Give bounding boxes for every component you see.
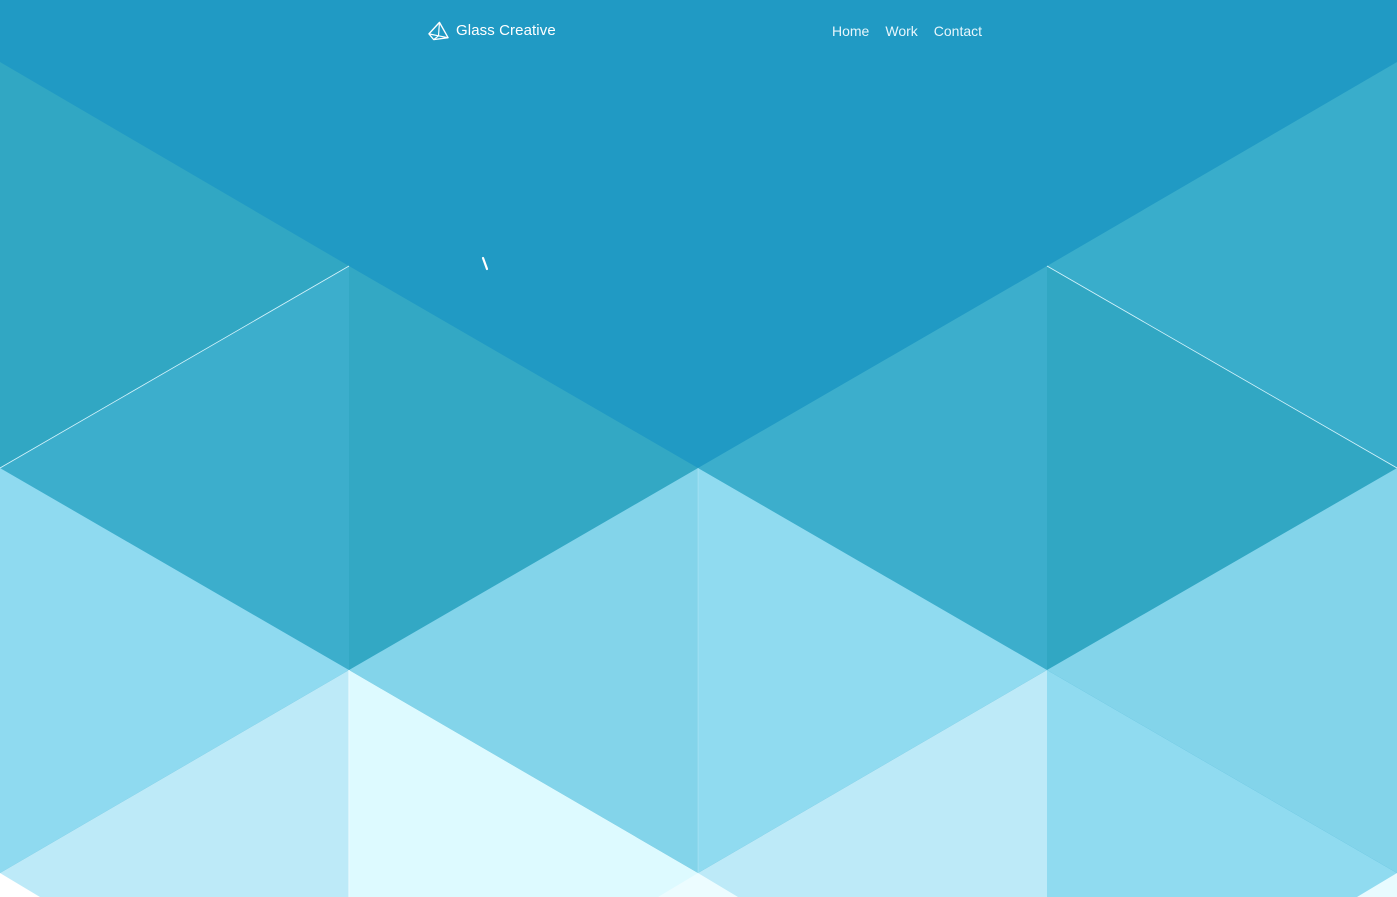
geometric-background bbox=[0, 0, 1397, 897]
brand-name: Glass Creative bbox=[456, 22, 556, 39]
top-navigation-bar: Glass Creative Home Work Contact bbox=[0, 0, 1397, 62]
page-canvas: Glass Creative Home Work Contact bbox=[0, 0, 1397, 897]
main-navigation: Home Work Contact bbox=[832, 22, 982, 40]
brand-home-link[interactable]: Glass Creative bbox=[427, 19, 556, 43]
nav-home-link[interactable]: Home bbox=[832, 22, 869, 40]
nav-contact-link[interactable]: Contact bbox=[934, 22, 982, 40]
nav-work-link[interactable]: Work bbox=[885, 22, 917, 40]
loading-spinner-icon bbox=[480, 255, 490, 273]
pyramid-logo-icon bbox=[427, 20, 450, 42]
